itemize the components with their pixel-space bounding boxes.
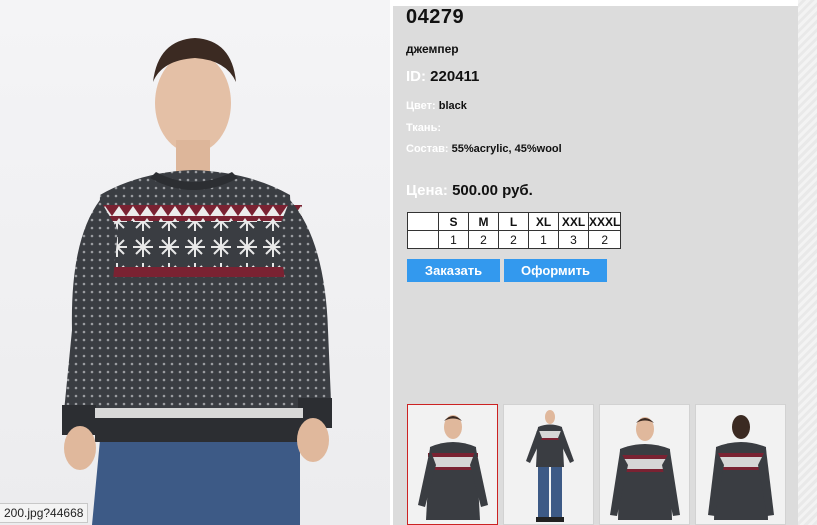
quantity-cell: 1 (438, 230, 469, 249)
product-type: джемпер (406, 42, 459, 56)
product-code: 04279 (406, 6, 465, 28)
size-cell: L (498, 212, 529, 231)
table-corner-cell (407, 212, 439, 231)
size-cell: XXL (558, 212, 589, 231)
thumbnail-full-length-view[interactable] (503, 404, 594, 525)
thumbnail-front-view[interactable] (407, 404, 498, 525)
quantity-cell: 2 (468, 230, 499, 249)
id-value: 220411 (430, 68, 480, 85)
composition-label: Состав: (406, 143, 449, 155)
table-corner-cell (407, 230, 439, 249)
thumbnail-back-view[interactable] (695, 404, 786, 525)
color-value: black (438, 100, 467, 112)
order-button[interactable]: Заказать (407, 259, 500, 282)
composition-attribute: Состав: 55%acrylic, 45%wool (406, 143, 562, 155)
quantity-cell: 2 (587, 230, 622, 249)
fabric-label: Ткань: (406, 122, 441, 134)
size-cell: M (468, 212, 499, 231)
price: Цена: 500.00 руб. (406, 182, 533, 199)
product-id: ID: 220411 (406, 68, 479, 85)
color-label: Цвет: (406, 100, 436, 112)
quantity-cell: 2 (498, 230, 529, 249)
main-product-image (0, 0, 390, 525)
color-attribute: Цвет: black (406, 100, 467, 112)
quantity-row: 1 2 2 1 3 2 (407, 230, 622, 249)
composition-value: 55%acrylic, 45%wool (451, 143, 562, 155)
size-cell: XXXL (587, 212, 622, 231)
page-edge (798, 0, 817, 525)
checkout-button[interactable]: Оформить (504, 259, 607, 282)
price-value: 500.00 руб. (452, 182, 533, 199)
quantity-cell: 3 (558, 230, 589, 249)
fabric-attribute: Ткань: (406, 122, 441, 134)
price-label: Цена: (406, 182, 448, 199)
status-url-tooltip: 200.jpg?44668 (0, 503, 89, 523)
id-label: ID: (406, 68, 426, 85)
thumbnail-front-view-2[interactable] (599, 404, 690, 525)
size-header-row: S M L XL XXL XXXL (407, 212, 622, 231)
size-cell: XL (528, 212, 559, 231)
size-cell: S (438, 212, 469, 231)
size-quantity-table: S M L XL XXL XXXL 1 2 2 1 3 2 (407, 212, 622, 249)
quantity-cell: 1 (528, 230, 559, 249)
